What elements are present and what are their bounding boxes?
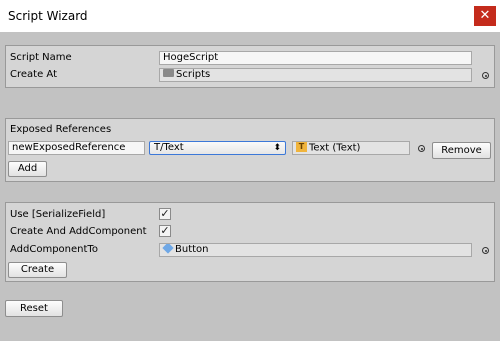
serialize-field-checkbox[interactable]: ✓ xyxy=(159,208,171,220)
wizard-content: Script Name HogeScript Create At Scripts… xyxy=(0,32,500,341)
script-name-value: HogeScript xyxy=(163,52,219,63)
close-button[interactable]: ✕ xyxy=(474,6,496,26)
script-name-label: Script Name xyxy=(10,52,72,63)
object-picker-icon[interactable] xyxy=(418,145,425,152)
type-dropdown-value: T/Text xyxy=(154,142,184,153)
remove-button-label: Remove xyxy=(441,145,482,156)
type-dropdown[interactable]: T/Text ⬍ xyxy=(149,141,286,155)
folder-icon xyxy=(163,69,174,77)
create-button-label: Create xyxy=(20,264,55,275)
window-title: Script Wizard xyxy=(8,9,88,23)
exposed-references-header: Exposed References xyxy=(10,124,112,135)
script-name-input[interactable]: HogeScript xyxy=(159,51,472,65)
title-bar: Script Wizard ✕ xyxy=(0,0,500,32)
create-add-component-checkbox[interactable]: ✓ xyxy=(159,225,171,237)
add-component-to-value: Button xyxy=(175,244,209,255)
script-settings-panel: Script Name HogeScript Create At Scripts xyxy=(5,45,495,88)
add-component-to-label: AddComponentTo xyxy=(10,244,98,255)
add-button[interactable]: Add xyxy=(8,161,47,177)
add-component-to-field[interactable]: Button xyxy=(159,243,472,257)
reference-object-field[interactable]: T Text (Text) xyxy=(292,141,410,155)
object-picker-icon[interactable] xyxy=(482,247,489,254)
dropdown-arrow-icon: ⬍ xyxy=(273,143,281,153)
add-button-label: Add xyxy=(17,163,38,174)
text-component-icon: T xyxy=(296,142,307,152)
create-at-label: Create At xyxy=(10,69,57,80)
create-at-value: Scripts xyxy=(176,69,211,80)
create-add-component-label: Create And AddComponent xyxy=(10,226,147,237)
reset-button[interactable]: Reset xyxy=(5,300,63,317)
remove-button[interactable]: Remove xyxy=(432,142,491,159)
close-icon: ✕ xyxy=(479,8,491,23)
create-button[interactable]: Create xyxy=(8,262,67,278)
gameobject-cube-icon xyxy=(162,244,174,254)
create-at-field[interactable]: Scripts xyxy=(159,68,472,82)
reference-name-value: newExposedReference xyxy=(12,142,126,153)
serialize-field-label: Use [SerializeField] xyxy=(10,209,106,220)
object-picker-icon[interactable] xyxy=(482,72,489,79)
checkmark-icon: ✓ xyxy=(160,207,170,220)
component-options-panel: Use [SerializeField] ✓ Create And AddCom… xyxy=(5,202,495,282)
reference-object-value: Text (Text) xyxy=(309,142,361,154)
exposed-references-panel: Exposed References newExposedReference T… xyxy=(5,118,495,182)
reset-button-label: Reset xyxy=(20,303,48,314)
checkmark-icon: ✓ xyxy=(160,224,170,237)
reference-name-input[interactable]: newExposedReference xyxy=(8,141,145,155)
